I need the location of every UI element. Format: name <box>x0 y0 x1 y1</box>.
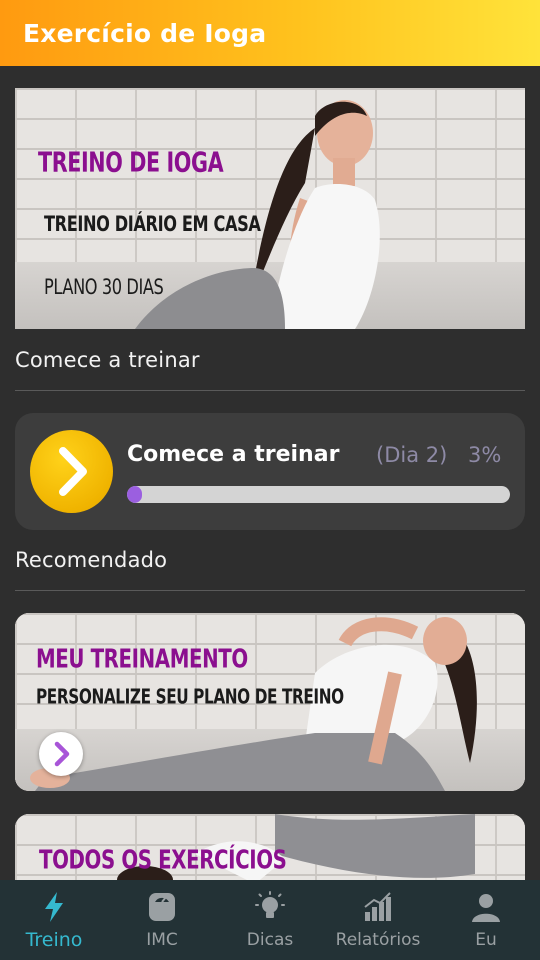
lightbulb-icon <box>255 891 285 918</box>
recommended-card-title: TODOS OS EXERCÍCIOS <box>39 846 287 876</box>
recommended-card-title: MEU TREINAMENTO <box>36 645 248 675</box>
app-bar: Exercício de Ioga <box>0 0 540 66</box>
nav-item-relatorios[interactable]: Relatórios <box>324 880 432 960</box>
chevron-right-icon <box>54 741 70 767</box>
main-content[interactable]: TREINO DE IOGA TREINO DIÁRIO EM CASA PLA… <box>0 66 540 880</box>
nav-label: Treino <box>25 929 83 951</box>
app-title: Exercício de Ioga <box>23 18 267 48</box>
bar-chart-icon <box>364 892 391 921</box>
open-my-training-button[interactable] <box>39 732 83 776</box>
recommended-card-subtitle: PERSONALIZE SEU PLANO DE TREINO <box>36 686 344 710</box>
progress-bar-fill <box>127 486 143 503</box>
progress-card-title: Comece a treinar <box>127 442 340 467</box>
divider <box>15 390 525 391</box>
recommended-section-title: Recomendado <box>15 548 168 572</box>
hero-subtitle: TREINO DIÁRIO EM CASA <box>44 212 261 237</box>
nav-label: Dicas <box>246 930 294 950</box>
bottom-nav: Treino IMC Dicas Relatórios Eu <box>0 880 540 960</box>
person-icon <box>472 894 500 922</box>
chevron-right-icon <box>59 447 87 496</box>
nav-item-eu[interactable]: Eu <box>432 880 540 960</box>
nav-item-treino[interactable]: Treino <box>0 880 108 960</box>
hero-plan: PLANO 30 DIAS <box>44 275 164 300</box>
divider <box>15 590 525 591</box>
start-section-title: Comece a treinar <box>15 348 200 372</box>
start-workout-button[interactable] <box>30 430 113 513</box>
progress-percent: 3% <box>468 443 502 467</box>
nav-item-dicas[interactable]: Dicas <box>216 880 324 960</box>
progress-card[interactable]: Comece a treinar (Dia 2) 3% <box>15 413 525 530</box>
nav-label: Relatórios <box>335 930 421 950</box>
nav-label: Eu <box>475 930 497 950</box>
nav-item-imc[interactable]: IMC <box>108 880 216 960</box>
lightning-icon <box>45 892 63 922</box>
nav-label: IMC <box>146 930 178 950</box>
hero-title: TREINO DE IOGA <box>38 148 224 179</box>
hero-banner[interactable]: TREINO DE IOGA TREINO DIÁRIO EM CASA PLA… <box>15 88 525 329</box>
recommended-card-all-exercises[interactable]: TODOS OS EXERCÍCIOS <box>15 814 525 880</box>
recommended-card-my-training[interactable]: MEU TREINAMENTO PERSONALIZE SEU PLANO DE… <box>15 613 525 791</box>
progress-day: (Dia 2) <box>376 443 448 467</box>
scale-icon <box>149 893 175 921</box>
progress-bar <box>127 486 510 503</box>
